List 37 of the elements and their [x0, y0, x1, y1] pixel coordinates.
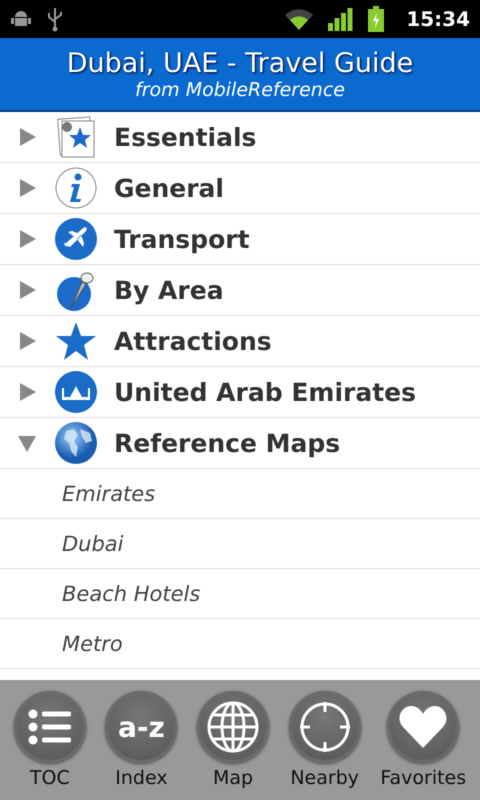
subcategory-row[interactable]: Dubai — [0, 519, 480, 569]
clock-time: 15:34 — [406, 7, 470, 31]
button-label: TOC — [30, 767, 70, 789]
monument-icon — [54, 370, 98, 414]
usb-icon — [46, 6, 64, 32]
category-row[interactable]: By Area — [0, 265, 480, 316]
subcategory-row[interactable]: Metro — [0, 619, 480, 669]
index-button[interactable]: a-z — [105, 691, 178, 763]
category-row[interactable]: Essentials — [0, 112, 480, 163]
globe-icon — [54, 421, 98, 465]
signal-icon — [328, 7, 354, 31]
button-label: Favorites — [380, 767, 466, 789]
map-button[interactable] — [197, 691, 270, 763]
app-subtitle: from MobileReference — [135, 78, 345, 100]
category-row[interactable]: Transport — [0, 214, 480, 265]
button-label: Nearby — [290, 767, 360, 789]
subcategory-row[interactable]: Beach Hotels — [0, 569, 480, 619]
battery-icon — [368, 6, 384, 32]
wifi-icon — [284, 7, 314, 31]
app-title: Dubai, UAE - Travel Guide — [66, 48, 414, 78]
nearby-button[interactable] — [288, 691, 361, 763]
favorites-button[interactable] — [387, 691, 460, 763]
button-label: Map — [213, 767, 254, 789]
crosshair-icon — [298, 700, 352, 754]
category-row[interactable]: United Arab Emirates — [0, 367, 480, 418]
heart-icon — [398, 705, 448, 749]
list-icon — [28, 709, 72, 745]
airplane-icon — [54, 217, 98, 261]
globe-icon — [206, 700, 260, 754]
index-label: a-z — [118, 710, 165, 744]
info-icon — [54, 166, 98, 210]
category-row[interactable]: Attractions — [0, 316, 480, 367]
subcategory-row[interactable]: Emirates — [0, 469, 480, 519]
category-row[interactable]: General — [0, 163, 480, 214]
button-label: Index — [115, 767, 168, 789]
category-row[interactable]: Reference Maps — [0, 418, 480, 469]
toc-button[interactable] — [14, 691, 86, 763]
